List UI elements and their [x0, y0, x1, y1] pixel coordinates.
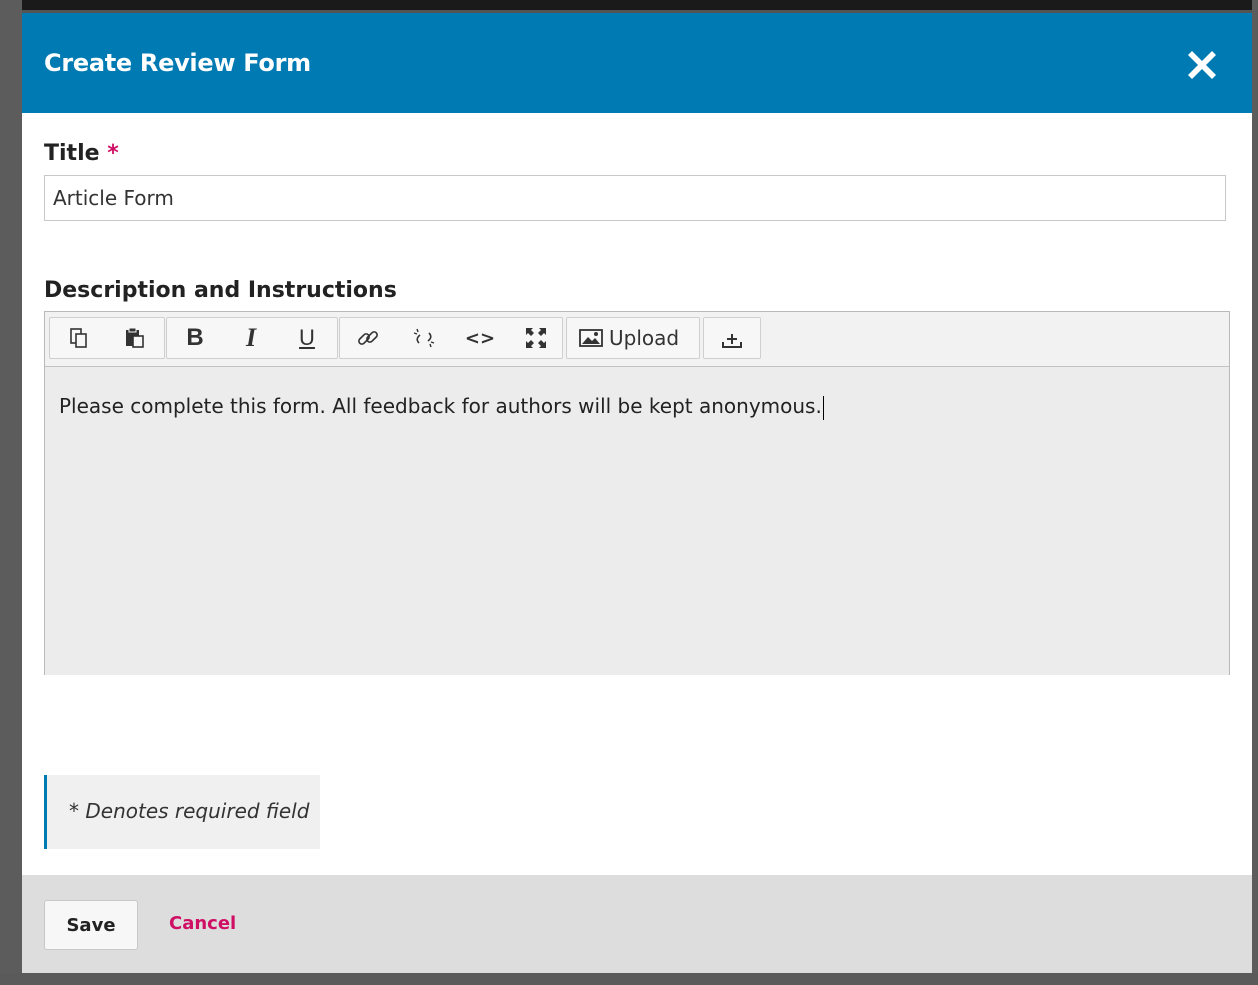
description-text: Please complete this form. All feedback … [59, 394, 822, 418]
save-button[interactable]: Save [44, 900, 138, 950]
description-label: Description and Instructions [44, 278, 397, 303]
bold-icon: B [186, 324, 204, 351]
background-page-bottom [0, 973, 1258, 985]
underline-icon: U [299, 325, 315, 350]
upload-file-button[interactable] [712, 318, 752, 358]
paste-button[interactable] [115, 318, 155, 358]
required-field-notice-text: * Denotes required field [69, 799, 310, 823]
fullscreen-icon [526, 328, 546, 348]
background-page-right [1252, 0, 1258, 985]
code-icon: <> [464, 327, 496, 349]
underline-button[interactable]: U [287, 318, 327, 358]
modal-header: Create Review Form [22, 13, 1252, 113]
close-button[interactable] [1182, 45, 1222, 85]
toolbar-group-upload: Upload [566, 317, 700, 359]
fullscreen-button[interactable] [516, 318, 556, 358]
background-topbar [0, 0, 1258, 10]
link-button[interactable] [348, 318, 388, 358]
bold-button[interactable]: B [175, 318, 215, 358]
italic-button[interactable]: I [231, 318, 271, 358]
link-icon [358, 331, 378, 345]
upload-icon [722, 334, 742, 348]
modal-title: Create Review Form [44, 49, 311, 77]
code-button[interactable]: <> [460, 318, 500, 358]
cancel-link[interactable]: Cancel [169, 913, 236, 934]
copy-icon [70, 328, 87, 348]
text-caret [822, 395, 824, 420]
editor-toolbar: B I U <> Upload [45, 312, 1229, 367]
upload-label: Upload [609, 326, 680, 350]
toolbar-group-file [703, 317, 761, 359]
title-label: Title * [44, 141, 119, 166]
create-review-form-modal: Create Review Form Title * Article Form … [22, 13, 1252, 973]
modal-footer: Save Cancel [22, 875, 1252, 973]
unlink-icon [413, 328, 435, 348]
toolbar-group-clipboard [49, 317, 165, 359]
image-icon [579, 329, 603, 347]
required-field-notice: * Denotes required field [44, 775, 320, 849]
close-icon [1188, 51, 1216, 79]
editor-content-area[interactable]: Please complete this form. All feedback … [45, 367, 1229, 675]
required-marker: * [107, 141, 119, 166]
toolbar-group-insert: <> [339, 317, 563, 359]
background-page-left [0, 0, 22, 985]
upload-image-button[interactable]: Upload [579, 318, 693, 358]
copy-button[interactable] [59, 318, 99, 358]
description-editor: B I U <> Upload Please complete this for… [44, 311, 1230, 675]
italic-icon: I [245, 323, 257, 352]
editor-text-line: Please complete this form. All feedback … [59, 394, 824, 420]
title-label-text: Title [44, 141, 100, 166]
title-input[interactable]: Article Form [44, 175, 1226, 221]
toolbar-group-format: B I U [166, 317, 338, 359]
unlink-button[interactable] [404, 318, 444, 358]
paste-icon [126, 327, 144, 348]
